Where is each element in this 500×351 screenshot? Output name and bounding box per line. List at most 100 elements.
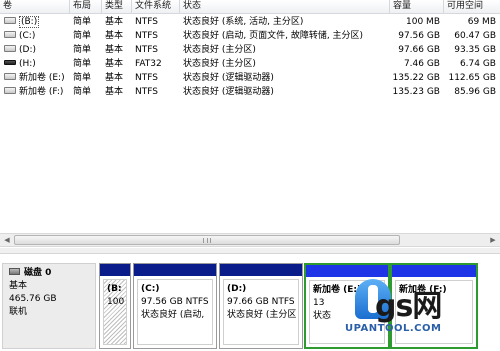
disk-type: 基本 [9,281,28,291]
volume-filesystem: NTFS [135,31,158,41]
column-header-capacity[interactable]: 容量 [390,0,444,14]
horizontal-scrollbar[interactable]: ◀ ▶ [0,233,500,247]
volume-layout: 简单 [73,59,92,69]
volume-free-space: 93.35 GB [454,45,496,55]
volume-capacity: 97.66 GB [398,45,440,55]
volume-capacity: 135.23 GB [392,87,440,97]
volume-name-label: (C:) [19,31,36,41]
partition-status [107,309,126,322]
volume-name-label: (H:) [19,59,36,69]
volume-list-header: 卷 布局 类型 文件系统 状态 容量 可用空间 [0,0,500,14]
usb-drive-icon [4,60,16,65]
partition-color-bar [220,264,302,276]
drive-icon [4,87,16,94]
volume-name-label: 新加卷 (E:) [19,73,65,83]
volume-capacity: 97.56 GB [398,31,440,41]
volume-status: 状态良好 (逻辑驱动器) [183,87,274,97]
volume-status: 状态良好 (主分区) [183,59,256,69]
volume-type: 基本 [105,17,124,27]
volume-layout: 简单 [73,31,92,41]
scrollbar-thumb[interactable] [14,235,400,245]
volume-filesystem: FAT32 [135,59,162,69]
volume-name: (C:) [0,29,70,43]
partition-name: (B: [107,284,122,294]
watermark: gs网 UPANTOOL.COM [345,279,500,351]
volume-filesystem: NTFS [135,87,158,97]
disk-0-info[interactable]: 磁盘 0 基本 465.76 GB 联机 [2,263,96,349]
volume-status: 状态良好 (逻辑驱动器) [183,73,274,83]
scroll-left-icon[interactable]: ◀ [0,234,14,246]
volume-filesystem: NTFS [135,73,158,83]
partition-size: 97.56 GB NTFS [141,297,209,307]
volume-row[interactable]: 新加卷 (E:) 简单 基本 NTFS 状态良好 (逻辑驱动器) 135.22 GB 112… [0,71,500,85]
partition-size: 100 [107,297,125,307]
column-header-layout[interactable]: 布局 [70,0,102,14]
partition-status: 状态良好 (启动, [141,310,205,320]
partition-details: (D:) 97.66 GB NTFS 状态良好 (主分区 [223,279,299,345]
partition-block[interactable]: (B: 100 [99,263,131,349]
volume-capacity: 135.22 GB [392,73,440,83]
partition-size: 97.66 GB NTFS [227,297,295,307]
disk-icon [9,268,20,275]
volume-type: 基本 [105,73,124,83]
partition-block[interactable]: (C:) 97.56 GB NTFS 状态良好 (启动, [133,263,217,349]
column-header-volume[interactable]: 卷 [0,0,70,14]
partition-name: (C:) [141,284,160,294]
grip-icon [203,238,211,243]
volume-layout: 简单 [73,87,92,97]
column-header-filesystem[interactable]: 文件系统 [132,0,180,14]
partition-name: (D:) [227,284,247,294]
volume-filesystem: NTFS [135,45,158,55]
drive-icon [4,45,16,52]
volume-name: 新加卷 (F:) [0,85,70,99]
volume-name-label: (B:) [19,16,40,28]
volume-rows: (B:) 简单 基本 NTFS 状态良好 (系统, 活动, 主分区) 100 MB 69 M… [0,15,500,99]
volume-layout: 简单 [73,73,92,83]
volume-name: (B:) [0,15,70,29]
volume-type: 基本 [105,45,124,55]
watermark-text: gs网 [375,289,442,324]
volume-capacity: 100 MB [406,17,440,27]
volume-name-label: (D:) [19,45,36,55]
drive-icon [4,31,16,38]
partition-details: (C:) 97.56 GB NTFS 状态良好 (启动, [137,279,213,345]
partition-details: (B: 100 [103,279,127,345]
partition-color-bar [134,264,216,276]
partition-block[interactable]: (D:) 97.66 GB NTFS 状态良好 (主分区 [219,263,303,349]
volume-filesystem: NTFS [135,17,158,27]
column-header-free-space[interactable]: 可用空间 [444,0,500,14]
disk-title: 磁盘 0 [24,268,52,278]
volume-list[interactable]: 卷 布局 类型 文件系统 状态 容量 可用空间 (B:) 简单 基本 NTFS 状态良好… [0,0,500,232]
volume-type: 基本 [105,31,124,41]
volume-row[interactable]: (B:) 简单 基本 NTFS 状态良好 (系统, 活动, 主分区) 100 MB 69 M… [0,15,500,29]
partition-color-bar [392,265,476,277]
pane-splitter[interactable] [0,248,500,254]
volume-free-space: 85.96 GB [454,87,496,97]
volume-row[interactable]: (C:) 简单 基本 NTFS 状态良好 (启动, 页面文件, 故障转储, 主分区) 97… [0,29,500,43]
drive-icon [4,17,16,24]
scroll-right-icon[interactable]: ▶ [486,234,500,246]
volume-capacity: 7.46 GB [403,59,440,69]
volume-row[interactable]: (D:) 简单 基本 NTFS 状态良好 (主分区) 97.66 GB 93.35 GB [0,43,500,57]
volume-free-space: 60.47 GB [454,31,496,41]
column-header-type[interactable]: 类型 [102,0,132,14]
volume-status: 状态良好 (启动, 页面文件, 故障转储, 主分区) [183,31,364,41]
volume-name: (D:) [0,43,70,57]
volume-row[interactable]: 新加卷 (F:) 简单 基本 NTFS 状态良好 (逻辑驱动器) 135.23 GB 85.… [0,85,500,99]
volume-status: 状态良好 (系统, 活动, 主分区) [183,17,304,27]
volume-name: 新加卷 (E:) [0,71,70,85]
drive-icon [4,73,16,80]
partition-status: 状态良好 (主分区 [227,310,297,320]
volume-type: 基本 [105,59,124,69]
volume-row[interactable]: (H:) 简单 基本 FAT32 状态良好 (主分区) 7.46 GB 6.74 GB [0,57,500,71]
disk-status: 联机 [9,307,28,317]
column-header-status[interactable]: 状态 [180,0,390,14]
volume-free-space: 112.65 GB [448,73,496,83]
volume-free-space: 69 MB [467,17,496,27]
volume-status: 状态良好 (主分区) [183,45,256,55]
volume-name: (H:) [0,57,70,71]
partition-color-bar [306,265,388,277]
volume-free-space: 6.74 GB [459,59,496,69]
watermark-url: UPANTOOL.COM [345,323,442,334]
volume-name-label: 新加卷 (F:) [19,87,64,97]
